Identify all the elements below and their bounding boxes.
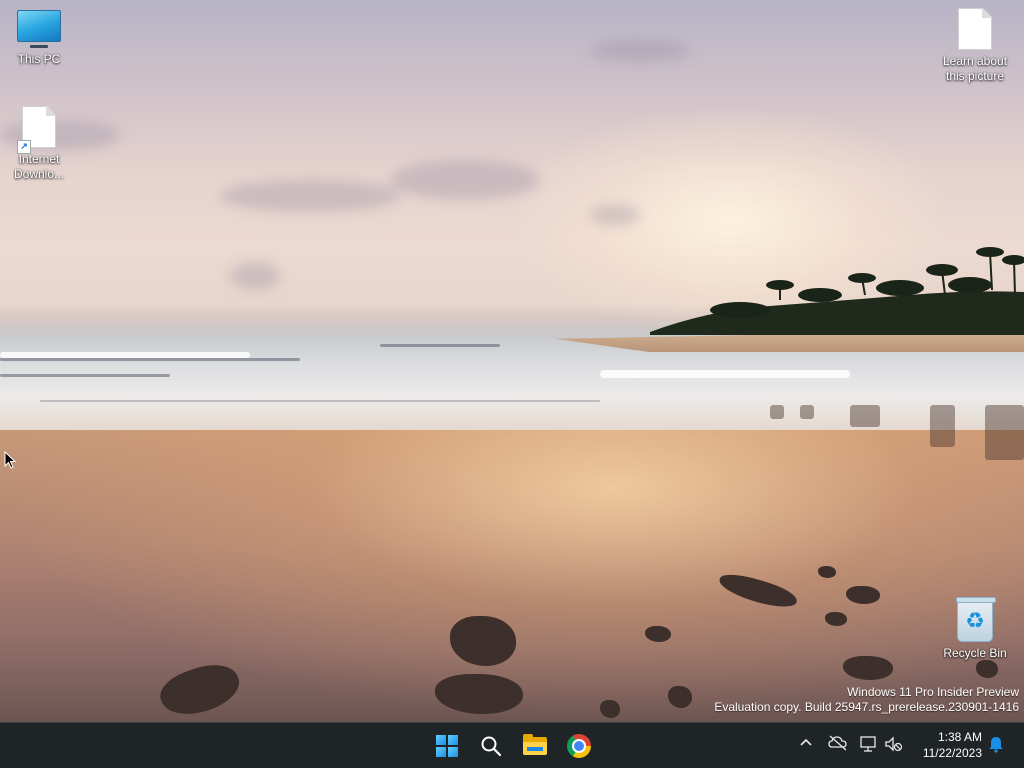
search-icon bbox=[481, 736, 502, 757]
wave bbox=[0, 358, 300, 361]
clock-time: 1:38 AM bbox=[937, 730, 982, 744]
desktop-icon-this-pc[interactable]: This PC bbox=[1, 10, 77, 67]
rock bbox=[600, 700, 620, 718]
volume-muted-icon bbox=[885, 736, 903, 752]
cloud bbox=[220, 180, 400, 212]
mouse-cursor-icon bbox=[4, 451, 16, 469]
monitor-stand bbox=[30, 45, 48, 48]
rock bbox=[668, 686, 692, 708]
search-button[interactable] bbox=[474, 729, 508, 763]
file-icon bbox=[958, 8, 992, 50]
rock bbox=[976, 660, 998, 678]
wave bbox=[0, 374, 170, 377]
file-explorer-icon bbox=[523, 734, 547, 755]
volume-button[interactable] bbox=[884, 735, 904, 755]
palm-trees bbox=[650, 247, 1024, 335]
recycle-symbol-icon: ♻ bbox=[965, 608, 985, 633]
wave bbox=[380, 344, 500, 347]
chevron-up-icon bbox=[800, 738, 812, 746]
watermark-edition: Windows 11 Pro Insider Preview bbox=[847, 685, 1019, 699]
palm-reflection bbox=[850, 405, 880, 427]
file-explorer-button[interactable] bbox=[518, 729, 552, 763]
start-button[interactable] bbox=[430, 729, 464, 763]
wave-foam bbox=[0, 352, 250, 358]
rock bbox=[818, 566, 836, 578]
chrome-button[interactable] bbox=[562, 729, 596, 763]
windows-start-icon bbox=[436, 735, 458, 757]
desktop-icon-learn-about-picture[interactable]: Learn about this picture bbox=[937, 8, 1013, 84]
shortcut-arrow-icon: ↗ bbox=[17, 140, 31, 154]
desktop-icon-label: Learn about this picture bbox=[942, 54, 1008, 83]
cloud bbox=[230, 262, 280, 290]
clock-button[interactable]: 1:38 AM 11/22/2023 bbox=[912, 729, 982, 761]
recycle-bin-icon: ♻ bbox=[956, 597, 996, 642]
cloud-offline-icon bbox=[828, 735, 847, 751]
desktop-icon-internet-download[interactable]: ↗ Internet Downlo... bbox=[1, 106, 77, 182]
clock-date: 11/22/2023 bbox=[922, 746, 982, 760]
wave-foam bbox=[600, 370, 850, 378]
cloud bbox=[590, 40, 690, 62]
chrome-icon bbox=[567, 734, 591, 758]
rock bbox=[645, 626, 671, 642]
desktop-icon-label: This PC bbox=[17, 52, 61, 66]
wave bbox=[40, 400, 600, 402]
palm-reflection bbox=[985, 405, 1024, 460]
palm-reflection bbox=[770, 405, 784, 419]
network-icon bbox=[860, 736, 876, 752]
notifications-button[interactable] bbox=[986, 735, 1006, 755]
build-watermark: Windows 11 Pro Insider Preview Evaluatio… bbox=[714, 685, 1019, 715]
show-hidden-icons-button[interactable] bbox=[796, 735, 816, 755]
desktop-icon-label: Internet Downlo... bbox=[13, 152, 65, 181]
palm-reflection bbox=[800, 405, 814, 419]
taskbar: 1:38 AM 11/22/2023 bbox=[0, 722, 1024, 768]
cloud bbox=[390, 160, 540, 200]
desktop-background: This PC ↗ Internet Downlo... Learn about… bbox=[0, 0, 1024, 722]
desktop-icon-recycle-bin[interactable]: ♻ Recycle Bin bbox=[937, 597, 1013, 661]
desktop-icon-label: Recycle Bin bbox=[943, 646, 1007, 660]
network-button[interactable] bbox=[859, 735, 879, 755]
palm-reflection bbox=[930, 405, 955, 447]
cloud bbox=[590, 205, 640, 225]
notification-bell-icon bbox=[989, 737, 1003, 753]
rock bbox=[825, 612, 847, 626]
rock bbox=[846, 586, 880, 604]
watermark-build: Evaluation copy. Build 25947.rs_prerelea… bbox=[714, 700, 1019, 714]
sun-glow bbox=[520, 110, 940, 330]
monitor-icon bbox=[17, 10, 61, 42]
onedrive-button[interactable] bbox=[828, 735, 848, 755]
